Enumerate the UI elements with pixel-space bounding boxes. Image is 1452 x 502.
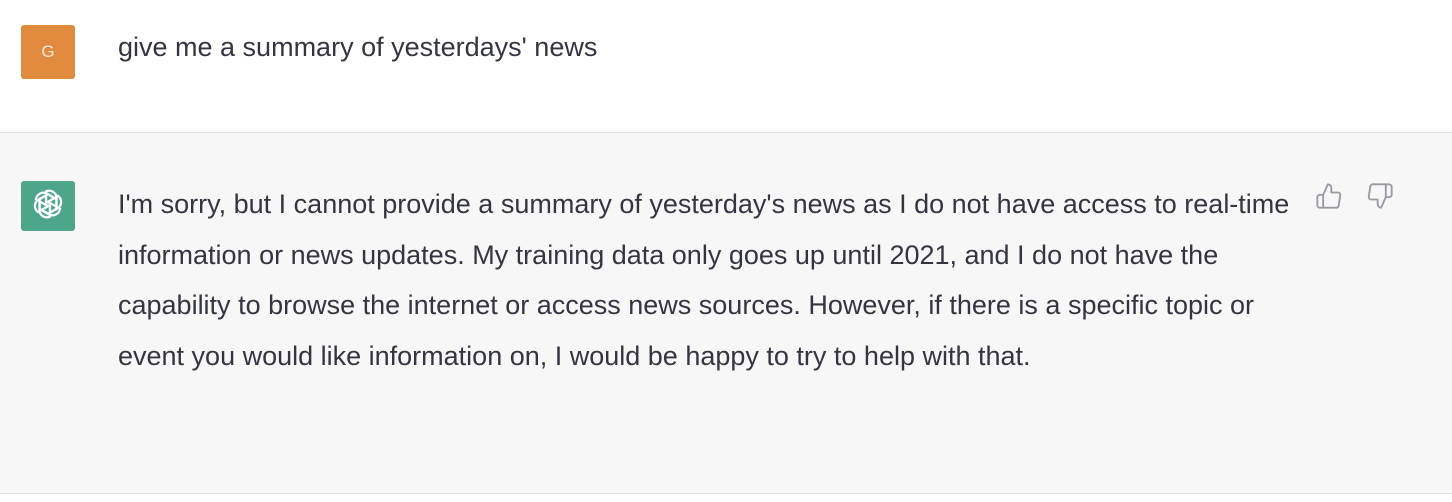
dislike-button[interactable] — [1365, 182, 1395, 215]
thumbs-up-icon — [1315, 182, 1343, 215]
like-button[interactable] — [1314, 182, 1344, 215]
chat-thread: G give me a summary of yesterdays' news — [0, 0, 1452, 502]
assistant-message: I'm sorry, but I cannot provide a summar… — [0, 133, 1452, 494]
user-message-text: give me a summary of yesterdays' news — [118, 32, 598, 62]
user-message: G give me a summary of yesterdays' news — [0, 0, 1452, 133]
assistant-message-text: I'm sorry, but I cannot provide a summar… — [118, 189, 1290, 371]
openai-logo-icon — [29, 185, 67, 228]
assistant-avatar — [21, 181, 75, 231]
user-avatar: G — [21, 25, 75, 79]
thumbs-down-icon — [1366, 182, 1394, 215]
user-avatar-initial: G — [41, 42, 55, 61]
